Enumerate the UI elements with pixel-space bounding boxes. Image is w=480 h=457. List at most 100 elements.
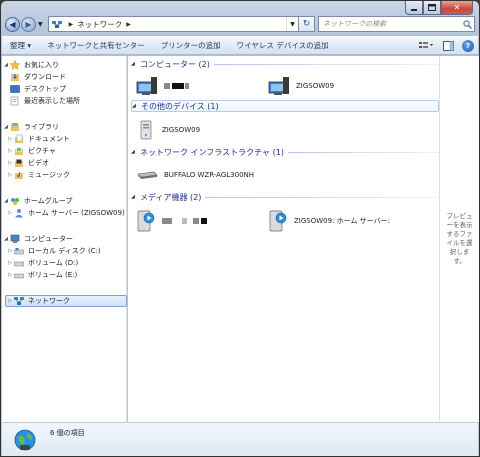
nav-volume-e[interactable]: ▷ ボリューム (E:) [2,269,126,281]
nav-libraries[interactable]: ◢ ライブラリ [2,121,126,133]
desktop-icon [10,84,20,94]
hard-disk-icon [14,246,24,256]
view-options-icon [419,42,433,48]
network-item-media-1[interactable] [136,208,207,234]
nav-label: ドキュメント [28,135,70,143]
nav-label: デスクトップ [24,85,66,93]
view-options-button[interactable] [418,39,434,53]
media-server-icon [136,209,156,233]
preview-message: プレビューを表示するファイルを選択します。 [446,212,473,265]
close-icon: ✕ [453,3,461,12]
minimize-button[interactable] [405,1,423,15]
collapse-icon[interactable]: ◢ [2,236,10,242]
expand-icon[interactable]: ▷ [6,148,14,154]
expand-icon[interactable]: ▷ [6,272,14,278]
back-button[interactable]: ◀ [5,16,20,32]
nav-videos[interactable]: ▷ ビデオ [2,157,126,169]
network-item-router[interactable]: BUFFALO WZR-AGL300NH [136,166,254,184]
documents-icon [14,134,24,144]
chevron-right-icon[interactable]: ▶ [69,21,74,28]
item-label: BUFFALO WZR-AGL300NH [164,171,255,179]
nav-network[interactable]: ▷ ネットワーク [5,295,127,307]
chevron-right-icon[interactable]: ▶ [126,21,131,28]
preview-pane-button[interactable] [440,39,456,53]
expand-icon[interactable]: ▷ [6,136,14,142]
computer-icon [268,76,290,96]
collapse-icon[interactable]: ◢ [131,194,140,200]
search-input[interactable]: ネットワークの検索 [318,16,475,32]
toolbar-right: ? [412,39,478,53]
help-icon: ? [462,39,474,52]
item-label: ZIGSOW09 [162,126,201,134]
network-item-computer-2[interactable]: ZIGSOW09 [268,74,334,98]
nav-favorites[interactable]: ◢ お気に入り [2,59,126,71]
collapse-icon[interactable]: ◢ [2,62,10,68]
expand-icon[interactable]: ▷ [6,160,14,166]
nav-desktop[interactable]: デスクトップ [2,83,126,95]
expand-icon[interactable]: ▷ [6,298,14,304]
collapse-icon[interactable]: ◢ [131,61,140,67]
nav-computer[interactable]: ◢ コンピューター [2,233,126,245]
nav-music[interactable]: ▷ ミュージック [2,169,126,181]
router-icon [136,169,158,181]
network-item-computer-1[interactable] [136,74,189,98]
group-header-computers[interactable]: ◢ コンピューター (2) [131,58,439,70]
collapse-icon[interactable]: ◢ [131,149,140,155]
nav-label: ビデオ [28,159,49,167]
minimize-icon [411,8,417,11]
forward-button[interactable]: ▶ [21,16,36,32]
nav-home-server[interactable]: ▷ ホーム サーバー (ZIGSOW09) [2,207,126,219]
network-sharing-center-button[interactable]: ネットワークと共有センター [47,40,145,51]
nav-label: ミュージック [28,171,70,179]
group-header-infrastructure[interactable]: ◢ ネットワーク インフラストラクチャ (1) [131,146,439,158]
videos-icon [14,158,24,168]
organize-button[interactable]: 整理 ▾ [10,40,31,51]
group-header-media-devices[interactable]: ◢ メディア機器 (2) [131,191,439,203]
collapse-icon[interactable]: ◢ [132,103,141,109]
add-printer-button[interactable]: プリンターの追加 [161,40,221,51]
nav-recent-places[interactable]: 最近表示した場所 [2,95,126,107]
address-row: ◀ ▶ ▼ ▶ ネットワーク ▶ ▼ ↻ ネットワークの検索 [5,15,475,33]
group-divider [213,63,439,65]
details-pane: 6 個の項目 [2,422,478,456]
nav-downloads[interactable]: ダウンロード [2,71,126,83]
pictures-icon [14,146,24,156]
search-icon[interactable] [460,19,474,29]
maximize-button[interactable] [423,1,441,15]
expand-icon[interactable]: ▷ [6,248,14,254]
explorer-window: ✕ ◀ ▶ ▼ ▶ ネットワーク ▶ ▼ ↻ ネットワークの検索 整理 ▾ ネッ… [0,0,480,457]
collapse-icon[interactable]: ◢ [2,124,10,130]
hard-disk-icon [14,258,24,268]
group-title: メディア機器 (2) [140,192,202,202]
help-button[interactable]: ? [462,39,478,53]
content-pane: ◢ コンピューター (2) ZIGSOW09 ◢ その他のデバイス (1) ZI… [128,56,439,422]
redacted-name [182,218,187,224]
nav-documents[interactable]: ▷ ドキュメント [2,133,126,145]
nav-local-disk-c[interactable]: ▷ ローカル ディスク (C:) [2,245,126,257]
nav-homegroup[interactable]: ◢ ホームグループ [2,195,126,207]
collapse-icon[interactable]: ◢ [2,198,10,204]
expand-icon[interactable]: ▷ [6,210,14,216]
add-wireless-device-button[interactable]: ワイヤレス デバイスの追加 [237,40,329,51]
command-bar: 整理 ▾ ネットワークと共有センター プリンターの追加 ワイヤレス デバイスの追… [2,36,478,55]
recent-pages-dropdown[interactable]: ▼ [38,21,43,28]
group-title: その他のデバイス (1) [141,101,219,111]
network-item-media-2[interactable]: ZIGSOW09: ホーム サーバー: [268,208,390,234]
star-icon [10,60,20,70]
nav-volume-d[interactable]: ▷ ボリューム (D:) [2,257,126,269]
address-bar[interactable]: ▶ ネットワーク ▶ ▼ [47,16,299,32]
expand-icon[interactable]: ▷ [6,260,14,266]
nav-pictures[interactable]: ▷ ピクチャ [2,145,126,157]
expand-icon[interactable]: ▷ [6,172,14,178]
preview-pane-icon [442,40,454,51]
group-header-other-devices[interactable]: ◢ その他のデバイス (1) [131,100,439,112]
breadcrumb-network[interactable]: ネットワーク [77,19,122,30]
nav-label: コンピューター [24,235,73,243]
address-dropdown[interactable]: ▼ [286,17,298,31]
forward-arrow-icon: ▶ [25,19,32,29]
close-button[interactable]: ✕ [441,1,473,15]
refresh-button[interactable]: ↻ [299,16,315,32]
network-item-other-device[interactable]: ZIGSOW09 [140,119,200,141]
item-label: ZIGSOW09 [296,82,335,90]
recent-places-icon [10,96,20,106]
